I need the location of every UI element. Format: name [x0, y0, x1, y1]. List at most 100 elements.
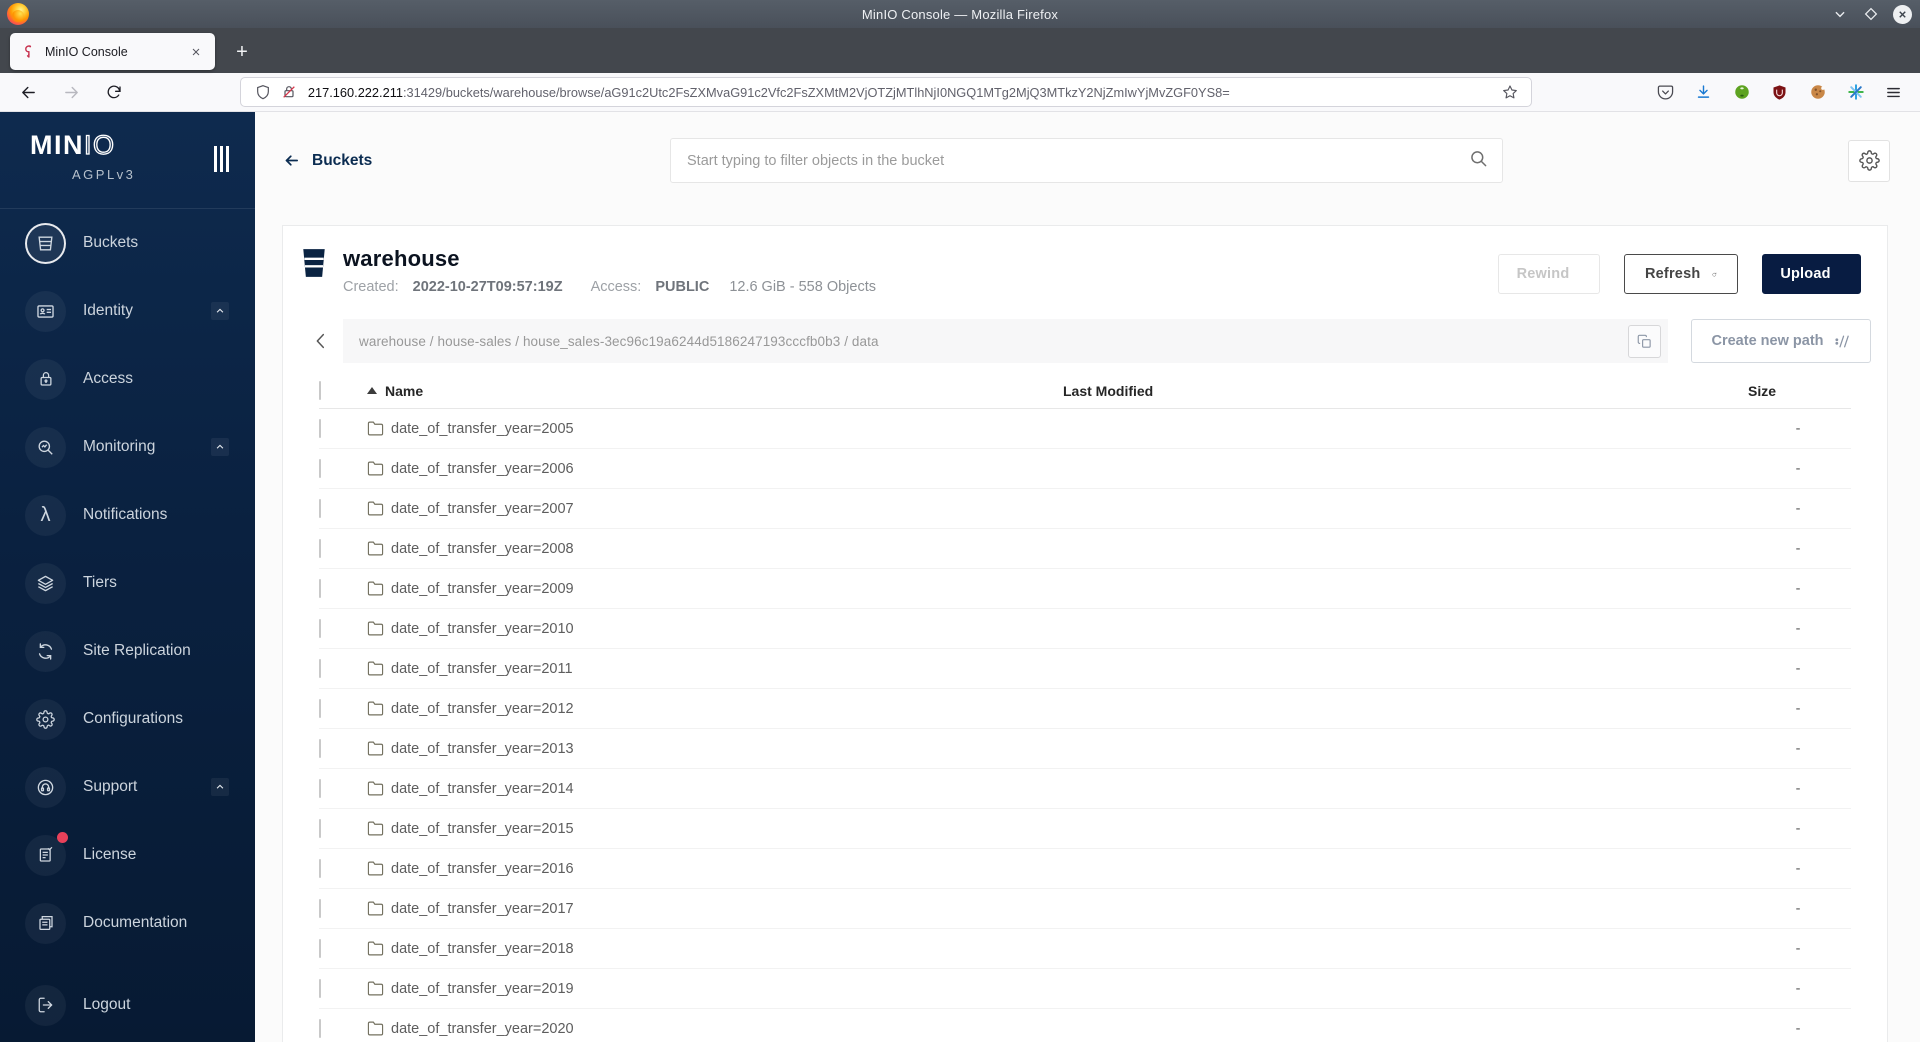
row-checkbox[interactable]: [319, 698, 321, 718]
table-row[interactable]: date_of_transfer_year=2005 -: [319, 409, 1851, 449]
sidebar-item-identity[interactable]: Identity: [0, 277, 255, 345]
sidebar-item-buckets[interactable]: Buckets: [0, 209, 255, 277]
breadcrumb[interactable]: warehouse / house-sales / house_sales-3e…: [359, 334, 1628, 349]
bucket-settings-button[interactable]: [1848, 139, 1890, 182]
chevron-up-icon[interactable]: [211, 302, 229, 320]
sidebar-item-license[interactable]: License: [0, 821, 255, 889]
object-name-cell[interactable]: date_of_transfer_year=2011: [367, 660, 1063, 677]
sidebar-item-logout[interactable]: Logout: [0, 971, 255, 1039]
refresh-button[interactable]: Refresh: [1624, 254, 1738, 294]
row-checkbox[interactable]: [319, 1018, 321, 1038]
object-name-cell[interactable]: date_of_transfer_year=2005: [367, 420, 1063, 437]
sidebar-item-support[interactable]: Support: [0, 753, 255, 821]
table-row[interactable]: date_of_transfer_year=2017 -: [319, 889, 1851, 929]
access-value[interactable]: PUBLIC: [655, 279, 709, 295]
table-row[interactable]: date_of_transfer_year=2011 -: [319, 649, 1851, 689]
window-maximize-button[interactable]: [1862, 5, 1880, 23]
row-checkbox[interactable]: [319, 618, 321, 638]
row-checkbox[interactable]: [319, 738, 321, 758]
downloads-icon[interactable]: [1690, 78, 1718, 106]
extension-colorful-icon[interactable]: [1842, 78, 1870, 106]
object-name-cell[interactable]: date_of_transfer_year=2008: [367, 540, 1063, 557]
create-new-path-button[interactable]: Create new path: [1691, 319, 1871, 363]
table-row[interactable]: date_of_transfer_year=2008 -: [319, 529, 1851, 569]
object-name-cell[interactable]: date_of_transfer_year=2017: [367, 900, 1063, 917]
back-to-buckets-link[interactable]: Buckets: [283, 152, 670, 170]
row-checkbox[interactable]: [319, 818, 321, 838]
object-name-cell[interactable]: date_of_transfer_year=2009: [367, 580, 1063, 597]
sidebar-item-access[interactable]: Access: [0, 345, 255, 413]
table-row[interactable]: date_of_transfer_year=2012 -: [319, 689, 1851, 729]
sidebar-item-monitoring[interactable]: Monitoring: [0, 413, 255, 481]
object-name-cell[interactable]: date_of_transfer_year=2019: [367, 980, 1063, 997]
row-checkbox[interactable]: [319, 538, 321, 558]
search-input[interactable]: [687, 152, 1469, 169]
forward-button[interactable]: [57, 77, 87, 107]
url-bar[interactable]: 217.160.222.211:31429/buckets/warehouse/…: [239, 77, 1532, 107]
row-checkbox[interactable]: [319, 858, 321, 878]
browser-tab-minio-console[interactable]: MinIO Console: [10, 33, 215, 70]
table-row[interactable]: date_of_transfer_year=2014 -: [319, 769, 1851, 809]
extension-green-icon[interactable]: [1728, 78, 1756, 106]
table-row[interactable]: date_of_transfer_year=2007 -: [319, 489, 1851, 529]
sidebar-collapse-icon[interactable]: [214, 146, 229, 172]
object-name-cell[interactable]: date_of_transfer_year=2014: [367, 780, 1063, 797]
back-button[interactable]: [14, 77, 44, 107]
table-row[interactable]: date_of_transfer_year=2018 -: [319, 929, 1851, 969]
copy-path-button[interactable]: [1628, 324, 1661, 358]
object-name-cell[interactable]: date_of_transfer_year=2010: [367, 620, 1063, 637]
table-row[interactable]: date_of_transfer_year=2020 -: [319, 1009, 1851, 1042]
chevron-up-icon[interactable]: [211, 438, 229, 456]
table-row[interactable]: date_of_transfer_year=2009 -: [319, 569, 1851, 609]
object-name-cell[interactable]: date_of_transfer_year=2015: [367, 820, 1063, 837]
path-back-chevron[interactable]: [307, 326, 335, 356]
new-tab-button[interactable]: +: [227, 37, 257, 67]
row-checkbox[interactable]: [319, 658, 321, 678]
sidebar-item-site-replication[interactable]: Site Replication: [0, 617, 255, 685]
object-name-cell[interactable]: date_of_transfer_year=2007: [367, 500, 1063, 517]
object-name-cell[interactable]: date_of_transfer_year=2012: [367, 700, 1063, 717]
row-checkbox[interactable]: [319, 978, 321, 998]
column-header-last-modified[interactable]: Last Modified: [1063, 383, 1673, 399]
pocket-icon[interactable]: [1652, 78, 1680, 106]
object-name-cell[interactable]: date_of_transfer_year=2018: [367, 940, 1063, 957]
row-checkbox[interactable]: [319, 578, 321, 598]
window-minimize-button[interactable]: [1831, 5, 1849, 23]
window-close-button[interactable]: [1893, 4, 1912, 24]
object-name-cell[interactable]: date_of_transfer_year=2013: [367, 740, 1063, 757]
table-row[interactable]: date_of_transfer_year=2006 -: [319, 449, 1851, 489]
rewind-button[interactable]: Rewind: [1498, 254, 1600, 294]
chevron-up-icon[interactable]: [211, 778, 229, 796]
table-row[interactable]: date_of_transfer_year=2016 -: [319, 849, 1851, 889]
row-checkbox[interactable]: [319, 898, 321, 918]
sidebar-item-tiers[interactable]: Tiers: [0, 549, 255, 617]
sidebar-item-notifications[interactable]: λ Notifications: [0, 481, 255, 549]
bookmark-star-icon[interactable]: [1497, 79, 1523, 105]
menu-hamburger-icon[interactable]: [1880, 78, 1908, 106]
upload-button[interactable]: Upload: [1762, 254, 1861, 294]
object-filter-search[interactable]: [670, 138, 1503, 183]
object-name-cell[interactable]: date_of_transfer_year=2020: [367, 1020, 1063, 1037]
select-all-checkbox[interactable]: [319, 380, 321, 400]
row-checkbox[interactable]: [319, 498, 321, 518]
table-row[interactable]: date_of_transfer_year=2013 -: [319, 729, 1851, 769]
table-row[interactable]: date_of_transfer_year=2010 -: [319, 609, 1851, 649]
object-name-cell[interactable]: date_of_transfer_year=2006: [367, 460, 1063, 477]
tab-close-icon[interactable]: [185, 41, 207, 63]
insecure-connection-lock-icon[interactable]: [276, 79, 302, 105]
column-header-name[interactable]: Name: [367, 383, 1063, 399]
tracking-protection-shield-icon[interactable]: [250, 79, 276, 105]
object-name-cell[interactable]: date_of_transfer_year=2016: [367, 860, 1063, 877]
column-header-size[interactable]: Size: [1673, 383, 1851, 399]
reload-button[interactable]: [99, 77, 129, 107]
row-checkbox[interactable]: [319, 938, 321, 958]
row-checkbox[interactable]: [319, 778, 321, 798]
row-checkbox[interactable]: [319, 418, 321, 438]
table-row[interactable]: date_of_transfer_year=2015 -: [319, 809, 1851, 849]
row-checkbox[interactable]: [319, 458, 321, 478]
ublock-origin-icon[interactable]: [1766, 78, 1794, 106]
table-row[interactable]: date_of_transfer_year=2019 -: [319, 969, 1851, 1009]
sidebar-item-documentation[interactable]: Documentation: [0, 889, 255, 957]
sidebar-item-configurations[interactable]: Configurations: [0, 685, 255, 753]
cookie-extension-icon[interactable]: [1804, 78, 1832, 106]
